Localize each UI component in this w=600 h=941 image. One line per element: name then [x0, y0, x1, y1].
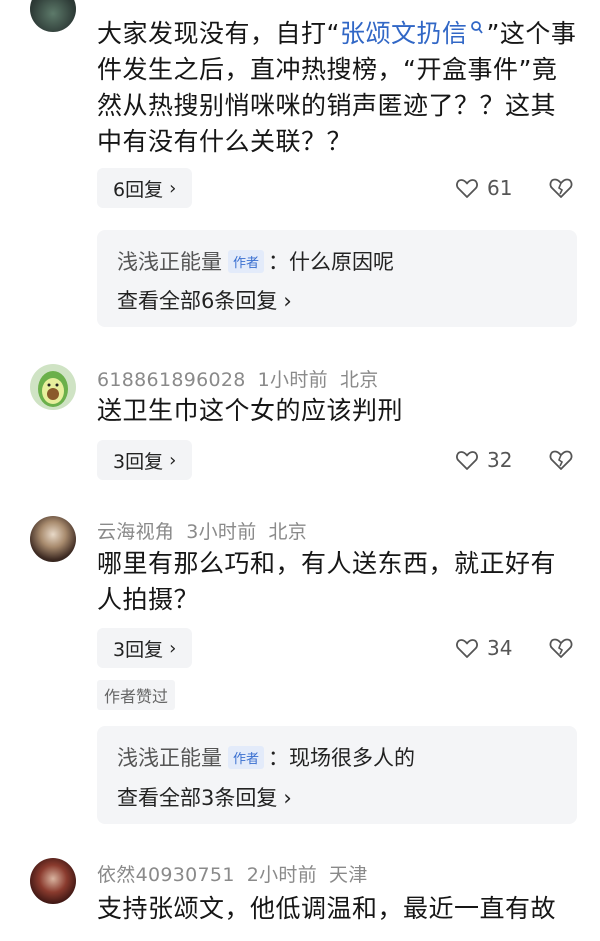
like-button[interactable]: 61: [455, 176, 512, 200]
comment-meta: 云海视角 3小时前 北京: [97, 517, 307, 544]
comment-1: 大家发现没有，自打“张颂文扔信 ”这个事件发生之后，直冲热搜榜，“开盒事件”竟然从…: [0, 0, 600, 340]
avocado-avatar-icon: [38, 371, 68, 407]
chevron-right-icon: ›: [283, 289, 292, 313]
view-all-replies-link[interactable]: 查看全部6条回复 ›: [117, 285, 292, 315]
username[interactable]: 618861896028: [97, 369, 246, 391]
comment-text: 支持张颂文，他低调温和，最近一直有故: [97, 894, 557, 923]
comment-2: 618861896028 1小时前 北京 送卫生巾这个女的应该判刑 3回复 › 32: [0, 360, 600, 490]
comment-meta: 618861896028 1小时前 北京: [97, 365, 379, 392]
like-button[interactable]: 34: [455, 636, 512, 660]
author-badge: 作者: [228, 249, 265, 273]
comment-3: 云海视角 3小时前 北京 哪里有那么巧和，有人送东西，就正好有人拍摄？ 3回复 › 3…: [0, 512, 600, 832]
sub-reply-box[interactable]: 浅浅正能量 作者 ：现场很多人的 查看全部3条回复 ›: [97, 726, 577, 824]
location: 北京: [339, 369, 379, 391]
sub-reply-box[interactable]: 浅浅正能量 作者 ：什么原因呢 查看全部6条回复 ›: [97, 230, 577, 327]
avatar[interactable]: [30, 858, 76, 904]
sub-reply-text: ：什么原因呢: [268, 250, 395, 274]
broken-heart-icon: [549, 178, 573, 198]
avatar[interactable]: [30, 0, 76, 32]
comment-4: 依然40930751 2小时前 天津 支持张颂文，他低调温和，最近一直有故: [0, 856, 600, 941]
chevron-right-icon: ›: [283, 786, 292, 810]
sub-reply-text: ：现场很多人的: [268, 746, 416, 770]
comment-text: 哪里有那么巧和，有人送东西，就正好有人拍摄？: [97, 549, 557, 614]
location: 北京: [268, 521, 308, 543]
comment-text: 送卫生巾这个女的应该判刑: [97, 396, 404, 425]
timestamp: 2小时前: [246, 864, 318, 886]
view-all-replies-link[interactable]: 查看全部3条回复 ›: [117, 782, 292, 812]
dislike-button[interactable]: [548, 636, 574, 664]
chevron-right-icon: ›: [169, 449, 177, 471]
like-button[interactable]: 32: [455, 448, 512, 472]
heart-outline-icon: [456, 451, 478, 470]
search-icon: [471, 21, 484, 34]
comment-text: 大家发现没有，自打“张颂文扔信 ”这个事件发生之后，直冲热搜榜，“开盒事件”竟然从…: [97, 19, 577, 156]
heart-outline-icon: [456, 179, 478, 198]
author-badge: 作者: [228, 745, 265, 769]
dislike-button[interactable]: [548, 448, 574, 476]
dislike-button[interactable]: [548, 176, 574, 204]
sub-reply: 浅浅正能量 作者 ：现场很多人的: [117, 742, 415, 772]
chevron-right-icon: ›: [169, 177, 177, 199]
author-liked-badge: 作者赞过: [97, 680, 176, 710]
reply-count-button[interactable]: 3回复 ›: [97, 628, 193, 668]
reply-count-button[interactable]: 3回复 ›: [97, 440, 193, 480]
avatar[interactable]: [30, 516, 76, 562]
username[interactable]: 依然40930751: [97, 864, 235, 886]
chevron-right-icon: ›: [169, 637, 177, 659]
heart-outline-icon: [456, 639, 478, 658]
broken-heart-icon: [549, 638, 573, 658]
topic-link[interactable]: 张颂文扔信: [340, 19, 487, 48]
broken-heart-icon: [549, 450, 573, 470]
username[interactable]: 云海视角: [97, 521, 174, 543]
comment-meta: 依然40930751 2小时前 天津: [97, 860, 368, 887]
timestamp: 3小时前: [186, 521, 257, 543]
sub-reply-author[interactable]: 浅浅正能量: [117, 246, 222, 276]
sub-reply-author[interactable]: 浅浅正能量: [117, 742, 222, 772]
timestamp: 1小时前: [257, 369, 328, 391]
avatar[interactable]: [30, 364, 76, 410]
location: 天津: [329, 864, 368, 886]
sub-reply: 浅浅正能量 作者 ：什么原因呢: [117, 246, 394, 276]
reply-count-button[interactable]: 6回复 ›: [97, 168, 193, 208]
